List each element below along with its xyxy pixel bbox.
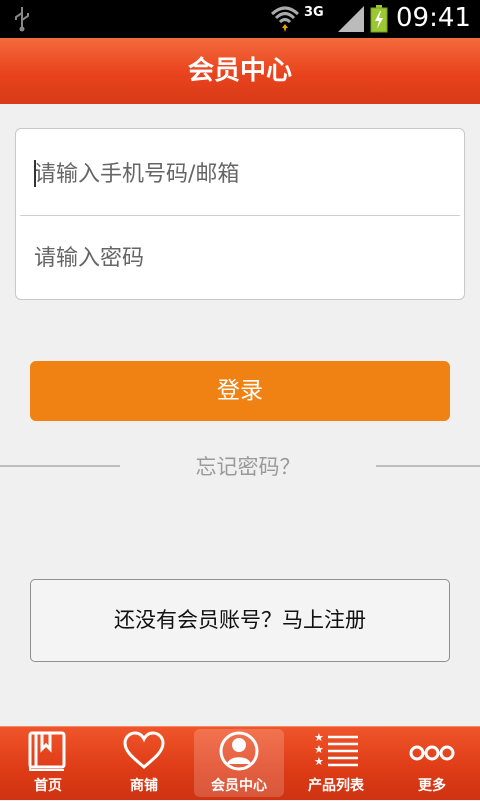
clock: 09:41 bbox=[396, 3, 471, 33]
list-icon: ★ ★ ★ bbox=[288, 731, 384, 773]
login-card bbox=[15, 128, 465, 300]
tab-label: 产品列表 bbox=[308, 778, 364, 794]
tab-product-list[interactable]: ★ ★ ★ 产品列表 bbox=[288, 727, 384, 801]
status-bar: 3G 09:41 bbox=[0, 0, 480, 38]
heart-icon bbox=[96, 731, 192, 773]
password-input[interactable] bbox=[34, 238, 454, 278]
register-button[interactable]: 还没有会员账号？马上注册 bbox=[30, 579, 450, 662]
wifi-icon bbox=[270, 4, 300, 38]
forgot-password-link[interactable]: 忘记密码？ bbox=[120, 451, 376, 481]
more-icon bbox=[384, 731, 480, 773]
account-input[interactable] bbox=[34, 154, 454, 194]
page-title: 会员中心 bbox=[0, 38, 480, 104]
tab-shop[interactable]: 商铺 bbox=[96, 727, 192, 801]
signal-icon bbox=[336, 6, 366, 36]
network-type: 3G bbox=[304, 5, 324, 20]
divider-left bbox=[0, 465, 120, 467]
usb-icon bbox=[12, 6, 32, 36]
bottom-tab-bar: 首页 商铺 会员中心 ★ ★ ★ 产品列表 更多 bbox=[0, 726, 480, 800]
tab-label: 会员中心 bbox=[211, 778, 267, 794]
tab-label: 更多 bbox=[418, 778, 446, 794]
divider bbox=[20, 215, 460, 216]
svg-text:★: ★ bbox=[314, 755, 324, 768]
text-cursor bbox=[34, 160, 36, 187]
tab-label: 首页 bbox=[34, 778, 62, 794]
tab-member-center[interactable]: 会员中心 bbox=[194, 727, 290, 801]
divider-right bbox=[376, 465, 480, 467]
login-button[interactable]: 登录 bbox=[30, 361, 450, 421]
book-icon bbox=[0, 731, 96, 773]
user-icon bbox=[194, 731, 284, 773]
tab-more[interactable]: 更多 bbox=[384, 727, 480, 801]
tab-home[interactable]: 首页 bbox=[0, 727, 96, 801]
battery-icon bbox=[370, 5, 388, 37]
tab-label: 商铺 bbox=[130, 778, 158, 794]
